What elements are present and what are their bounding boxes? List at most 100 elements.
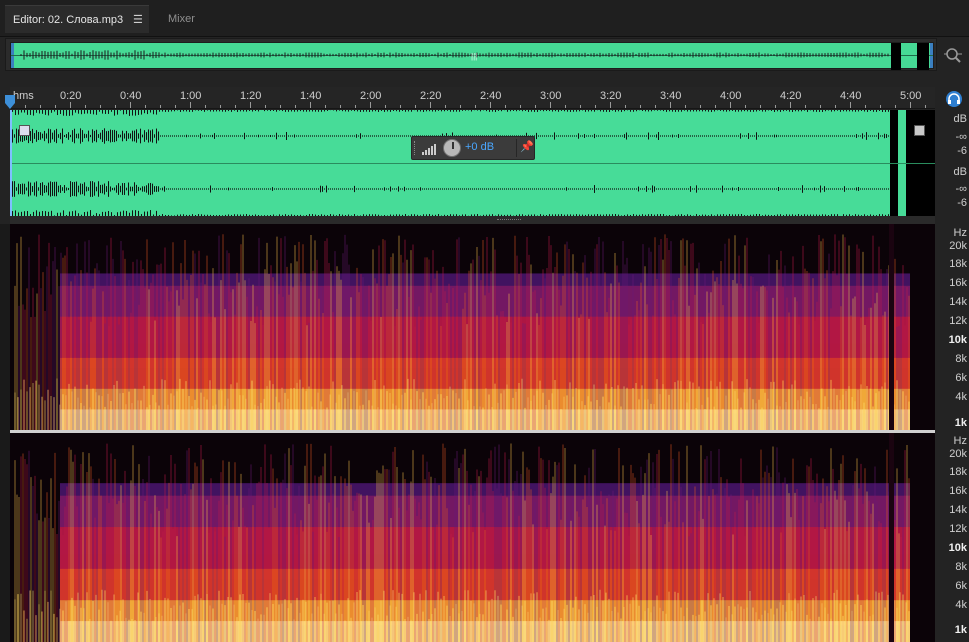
overview-panel: ||| <box>5 38 937 71</box>
ruler-tick <box>55 105 56 108</box>
ruler-tick <box>445 105 446 108</box>
ruler-tick <box>70 102 71 108</box>
freq-scale-label: 10k <box>948 334 967 346</box>
ruler-tick <box>430 102 431 108</box>
ruler-tick <box>490 102 491 108</box>
freq-scale-label: 16k <box>949 485 967 497</box>
ruler-tick <box>925 105 926 108</box>
ruler-tick <box>325 105 326 108</box>
freq-scale-label: 6k <box>955 372 967 384</box>
ruler-tick <box>340 105 341 108</box>
time-ruler[interactable]: hms 0:20 0:40 1:00 1:20 1:40 2:00 2:20 2… <box>10 87 935 109</box>
ruler-tick <box>580 105 581 108</box>
ruler-tick <box>130 102 131 108</box>
zoom-full-icon[interactable] <box>944 46 962 64</box>
playhead-marker[interactable] <box>5 95 15 109</box>
freq-scale-label: 4k <box>955 391 967 403</box>
waveform-display[interactable] <box>10 110 935 216</box>
freq-scale-label: 4k <box>955 599 967 611</box>
spectrogram-top[interactable] <box>10 224 935 430</box>
ruler-tick <box>790 102 791 108</box>
tab-editor[interactable]: Editor: 02. Слова.mp3 ☰ <box>5 5 149 33</box>
freq-scale-label: Hz <box>953 435 967 447</box>
freq-scale-label: 14k <box>949 504 967 516</box>
freq-scale-label: 14k <box>949 296 967 308</box>
ruler-label: 1:00 <box>180 90 202 102</box>
hamburger-menu-icon[interactable]: ☰ <box>133 6 143 34</box>
ruler-label: 3:40 <box>660 90 682 102</box>
hud-grip[interactable] <box>414 141 417 155</box>
overview-waveform[interactable]: ||| <box>10 42 934 70</box>
freq-scale-label: 12k <box>949 523 967 535</box>
ruler-tick <box>895 105 896 108</box>
freq-scale-label: 12k <box>949 315 967 327</box>
fade-in-handle[interactable] <box>19 125 30 136</box>
ruler-tick <box>505 105 506 108</box>
ruler-tick <box>265 105 266 108</box>
ruler-tick <box>610 102 611 108</box>
spectral-display-top <box>10 224 935 430</box>
overview-scroll-grip[interactable]: ||| <box>471 52 477 61</box>
ruler-tick <box>910 102 911 108</box>
ruler-tick <box>775 105 776 108</box>
ruler-tick <box>685 105 686 108</box>
ruler-label: 2:20 <box>420 90 442 102</box>
ruler-label: 1:20 <box>240 90 262 102</box>
ruler-tick <box>295 105 296 108</box>
amp-scale-label: dB <box>953 166 967 178</box>
view-splitter[interactable] <box>10 216 935 224</box>
ruler-label: 4:20 <box>780 90 802 102</box>
ruler-tick <box>25 105 26 108</box>
freq-scale-label: 8k <box>955 353 967 365</box>
ruler-tick <box>100 105 101 108</box>
ruler-tick <box>715 105 716 108</box>
ruler-tick <box>370 102 371 108</box>
freq-scale-label: 6k <box>955 580 967 592</box>
freq-scale-label: 8k <box>955 561 967 573</box>
spectrogram-bottom[interactable] <box>10 433 935 642</box>
ruler-tick <box>805 105 806 108</box>
volume-value[interactable]: +0 dB <box>465 141 494 153</box>
ruler-unit-label: hms <box>13 90 34 102</box>
spectral-display-bottom <box>10 433 935 642</box>
volume-knob[interactable] <box>443 139 461 157</box>
ruler-tick <box>880 105 881 108</box>
amp-scale-label: -6 <box>957 197 967 209</box>
volume-bars-icon <box>422 144 436 155</box>
ruler-tick <box>85 105 86 108</box>
tab-mixer[interactable]: Mixer <box>160 5 220 33</box>
playhead-line <box>10 110 12 216</box>
freq-scale-label: 1k <box>954 624 967 636</box>
ruler-tick <box>565 105 566 108</box>
ruler-tick <box>400 105 401 108</box>
freq-scale-label: 10k <box>948 542 967 554</box>
ruler-tick <box>835 105 836 108</box>
ruler-tick <box>115 105 116 108</box>
ruler-tick <box>865 105 866 108</box>
ruler-label: 4:40 <box>840 90 862 102</box>
fade-out-handle[interactable] <box>914 125 925 136</box>
ruler-label: 2:40 <box>480 90 502 102</box>
freq-scale-label: Hz <box>953 227 967 239</box>
freq-scale-label: 1k <box>954 417 967 429</box>
ruler-tick <box>550 102 551 108</box>
ruler-label: 0:20 <box>60 90 82 102</box>
freq-scale-label: 16k <box>949 277 967 289</box>
ruler-tick <box>850 102 851 108</box>
ruler-tick <box>175 105 176 108</box>
ruler-label: 1:40 <box>300 90 322 102</box>
ruler-tick <box>670 102 671 108</box>
freq-scale-label: 20k <box>949 240 967 252</box>
headphones-monitor-icon[interactable] <box>944 90 964 108</box>
ruler-tick <box>760 105 761 108</box>
ruler-tick <box>520 105 521 108</box>
ruler-tick <box>385 105 386 108</box>
splitter-grip[interactable] <box>497 219 521 221</box>
ruler-tick <box>655 105 656 108</box>
ruler-tick <box>355 105 356 108</box>
pin-icon[interactable]: 📌 <box>520 140 534 153</box>
ruler-tick <box>745 105 746 108</box>
ruler-label: 3:00 <box>540 90 562 102</box>
ruler-tick <box>625 105 626 108</box>
freq-scale-label: 18k <box>949 466 967 478</box>
